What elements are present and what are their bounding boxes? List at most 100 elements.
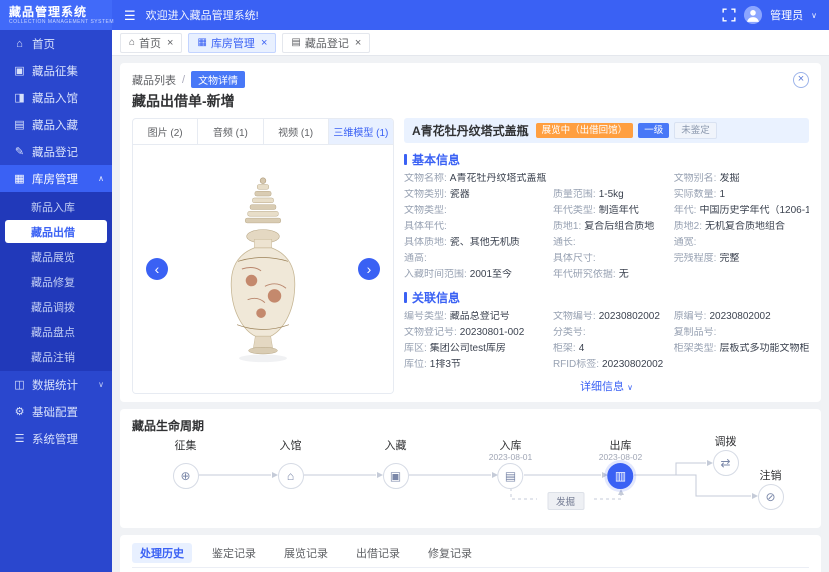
artifact-3d-model[interactable] <box>204 173 322 365</box>
sidebar-item-item-restoration[interactable]: 藏品修复 <box>0 269 112 294</box>
field-value: 20230801-002 <box>459 327 525 338</box>
tab-label: 库房管理 <box>210 37 255 50</box>
tab-item-registration[interactable]: ▤ 藏品登记 × <box>282 32 371 53</box>
next-media-button[interactable]: › <box>358 258 380 280</box>
sidebar-item-label: 藏品调拨 <box>31 301 75 314</box>
breadcrumb-separator: / <box>182 73 186 86</box>
breadcrumb-item[interactable]: 藏品列表 <box>132 72 176 88</box>
records-tab-appraisal[interactable]: 鉴定记录 <box>204 543 264 563</box>
sidebar-item-data-statistics[interactable]: ◫ 数据统计 ∨ <box>0 371 112 398</box>
info-field: 文物类型: <box>404 205 545 217</box>
sidebar-item-item-transfer[interactable]: 藏品调拨 <box>0 294 112 319</box>
deregister-node-circle[interactable]: ⊘ <box>757 484 784 510</box>
field-label: 具体尺寸: <box>552 253 596 264</box>
username[interactable]: 管理员 <box>770 7 803 23</box>
page-title: 藏品出借单-新增 <box>132 93 235 109</box>
field-label: 通长: <box>552 237 576 248</box>
close-icon[interactable]: × <box>167 37 173 49</box>
sidebar-item-label: 藏品修复 <box>31 276 75 289</box>
timeline-connectors <box>198 460 758 500</box>
field-value: 集团公司test库房 <box>429 343 506 354</box>
field-label: 编号类型: <box>404 311 447 322</box>
sidebar-item-registration[interactable]: ✎ 藏品登记 <box>0 138 112 165</box>
records-tab-restoration[interactable]: 修复记录 <box>420 543 480 563</box>
field-value: 完整 <box>719 253 740 264</box>
field-value: 中国历史学年代（1206-1368） <box>699 205 809 216</box>
avatar[interactable] <box>744 6 763 24</box>
info-field: 通长: <box>553 237 666 249</box>
outbound-node-circle[interactable]: ▥ <box>607 463 634 489</box>
field-label: RFID标签: <box>552 359 600 370</box>
app-logo: 藏品管理系统 COLLECTION MANAGEMENT SYSTEM <box>0 0 114 30</box>
collect-node-circle[interactable]: ⊕ <box>172 463 199 489</box>
sidebar-item-item-exhibition[interactable]: 藏品展览 <box>0 244 112 269</box>
media-tab-audio[interactable]: 音频 (1) <box>198 119 264 144</box>
entry-node-circle[interactable]: ⌂ <box>277 463 304 489</box>
records-tab-loan[interactable]: 出借记录 <box>348 543 408 563</box>
field-label: 文物别名: <box>673 173 717 184</box>
registration-icon: ✎ <box>14 146 25 158</box>
sidebar-item-basic-config[interactable]: ⚙ 基础配置 <box>0 398 112 425</box>
close-icon[interactable]: × <box>355 37 361 49</box>
field-value: 藏品总登记号 <box>449 311 510 322</box>
home-icon: ⌂ <box>129 37 136 48</box>
media-tab-3d-model[interactable]: 三维模型 (1) <box>328 119 393 144</box>
close-page-button[interactable]: × <box>793 71 809 88</box>
sidebar-item-new-item-storage[interactable]: 新品入库 <box>0 194 112 219</box>
accession-node-circle[interactable]: ▣ <box>382 463 409 489</box>
info-field: 柜架类型: 层板式多功能文物柜 <box>674 343 809 355</box>
detail-card: 藏品列表 / 文物详情 × 藏品出借单-新增 图片 (2) 音频 (1) 视频 … <box>120 63 821 402</box>
sidebar-item-acquisition[interactable]: ▣ 藏品征集 <box>0 57 112 84</box>
sidebar-item-item-inventory[interactable]: 藏品盘点 <box>0 319 112 344</box>
warehouse-icon: ▦ <box>197 37 207 48</box>
records-tab-history[interactable]: 处理历史 <box>132 543 192 563</box>
field-label: 文物类型: <box>404 205 447 216</box>
acquisition-icon: ▣ <box>14 65 25 77</box>
lifecycle-card: 藏品生命周期 征集 ⊕ 入馆 ⌂ 入藏 ▣ 入库 2023-08-01 ▤ 出库… <box>120 409 821 528</box>
artifact-name-strip: A青花牡丹纹塔式盖瓶 展览中（出借回馆） 一级 未鉴定 <box>404 118 809 143</box>
sidebar-submenu: 新品入库 藏品出借 藏品展览 藏品修复 藏品调拨 藏品盘点 藏品注销 <box>0 192 112 371</box>
prev-media-button[interactable]: ‹ <box>146 258 168 280</box>
field-label: 文物名称: <box>404 173 447 184</box>
info-field: 文物类别: 瓷器 <box>404 189 545 201</box>
tab-label: 首页 <box>139 37 162 50</box>
tab-home[interactable]: ⌂ 首页 × <box>120 32 183 53</box>
chevron-down-icon: ∨ <box>98 380 104 389</box>
sidebar-item-item-deregistration[interactable]: 藏品注销 <box>0 344 112 369</box>
sidebar-item-label: 藏品注销 <box>31 351 75 364</box>
media-tab-video[interactable]: 视频 (1) <box>264 119 329 144</box>
sidebar-item-item-loan[interactable]: 藏品出借 <box>5 220 107 243</box>
field-value: 2001至今 <box>469 269 513 280</box>
node-label: 入馆 <box>279 440 302 452</box>
warehouse-icon: ▦ <box>14 173 25 185</box>
tab-warehouse-management[interactable]: ▦ 库房管理 × <box>188 32 277 53</box>
hamburger-icon[interactable]: ☰ <box>124 9 136 22</box>
sidebar-item-accession[interactable]: ▤ 藏品入藏 <box>0 111 112 138</box>
field-value: 4 <box>578 343 585 354</box>
topbar-right: 管理员 ∨ <box>722 6 829 24</box>
info-field: 文物名称: A青花牡丹纹塔式盖瓶 <box>404 173 666 185</box>
sidebar-item-system-management[interactable]: ☰ 系统管理 <box>0 425 112 452</box>
info-field: 通高: <box>404 253 545 265</box>
outbound-icon: ▥ <box>614 469 627 483</box>
sidebar-item-label: 藏品征集 <box>32 65 78 78</box>
expand-details-link[interactable]: 详细信息 ∨ <box>404 378 809 394</box>
info-field: 具体年代: <box>404 221 545 233</box>
storage-node-circle[interactable]: ▤ <box>497 463 524 489</box>
field-label: 库位: <box>404 359 427 370</box>
node-label: 注销 <box>759 470 782 482</box>
sidebar-item-label: 藏品盘点 <box>31 326 75 339</box>
media-tab-images[interactable]: 图片 (2) <box>133 119 199 144</box>
sidebar-item-home[interactable]: ⌂ 首页 <box>0 30 112 57</box>
close-icon: × <box>797 73 805 85</box>
sidebar-item-museum-entry[interactable]: ◨ 藏品入馆 <box>0 84 112 111</box>
field-label: 文物登记号: <box>404 327 457 338</box>
info-field: 具体尺寸: <box>553 253 666 265</box>
info-field: 原编号: 20230802002 <box>674 311 809 323</box>
fullscreen-icon[interactable] <box>722 8 736 22</box>
records-tab-exhibition[interactable]: 展览记录 <box>276 543 336 563</box>
sidebar-item-warehouse-management[interactable]: ▦ 库房管理 ∧ <box>0 165 112 192</box>
close-icon[interactable]: × <box>261 37 267 49</box>
records-card: 处理历史 鉴定记录 展览记录 出借记录 修复记录 序号 单据编号 处理类型 状态 <box>120 535 821 572</box>
transfer-node-circle[interactable]: ⇄ <box>712 450 739 476</box>
